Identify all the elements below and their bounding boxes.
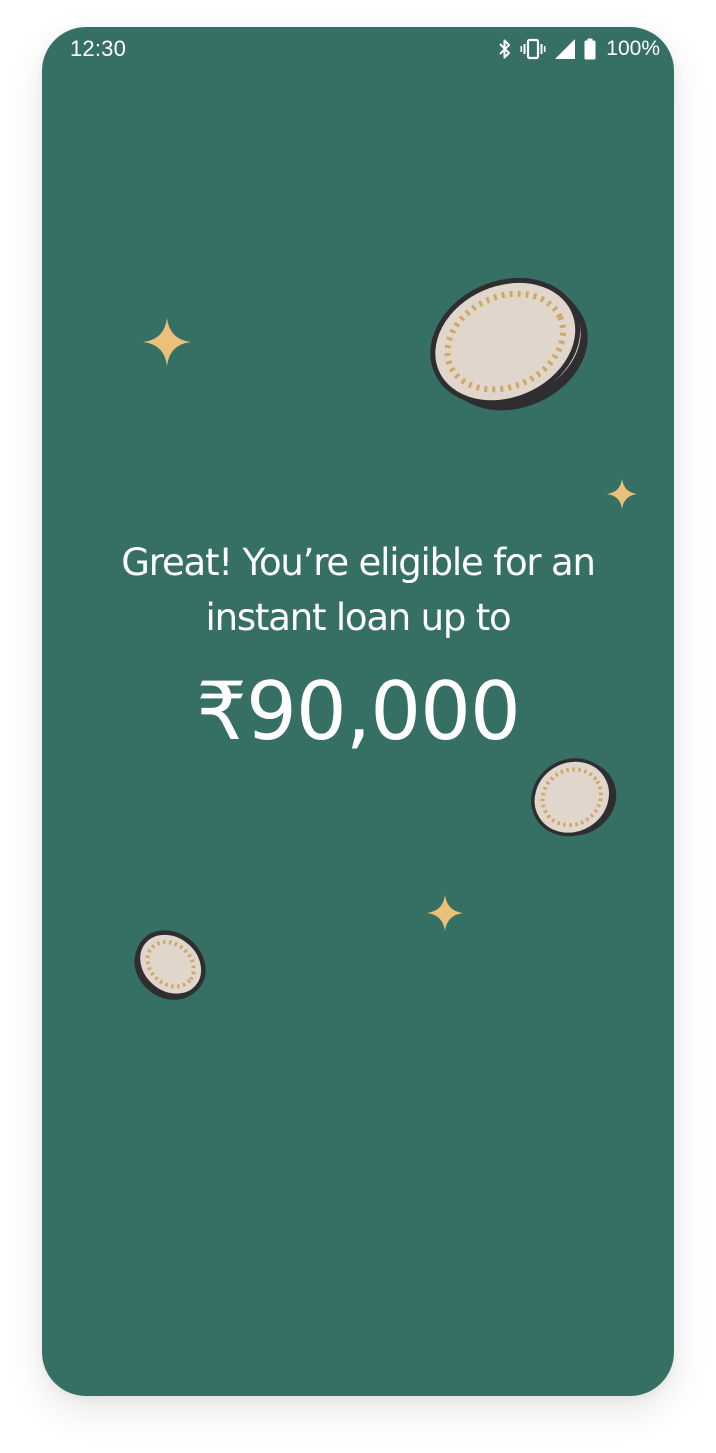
coin-medium-icon [531, 758, 617, 837]
sparkle-large-icon [143, 318, 191, 366]
status-icons: 100% [498, 37, 660, 61]
bluetooth-icon [499, 39, 511, 59]
eligibility-line-2: instant loan up to [205, 596, 512, 639]
vibrate-icon [520, 38, 546, 60]
coin-small-icon [134, 930, 206, 1000]
loan-amount: ₹90,000 [196, 665, 521, 758]
eligibility-line-1: Great! You’re eligible for an [121, 541, 596, 584]
battery-percent: 100% [606, 37, 660, 60]
phone-screen: 12:30 100% Great! You’re eligible for an… [42, 27, 674, 1396]
battery-icon [584, 38, 596, 60]
sparkle-medium-icon [426, 894, 464, 932]
cellular-signal-icon [555, 39, 576, 59]
status-time: 12:30 [70, 36, 127, 61]
sparkle-small-icon [606, 478, 638, 510]
coin-large-icon [430, 277, 588, 411]
status-bar: 12:30 100% [42, 27, 674, 73]
eligibility-message: Great! You’re eligible for an instant lo… [42, 535, 674, 645]
